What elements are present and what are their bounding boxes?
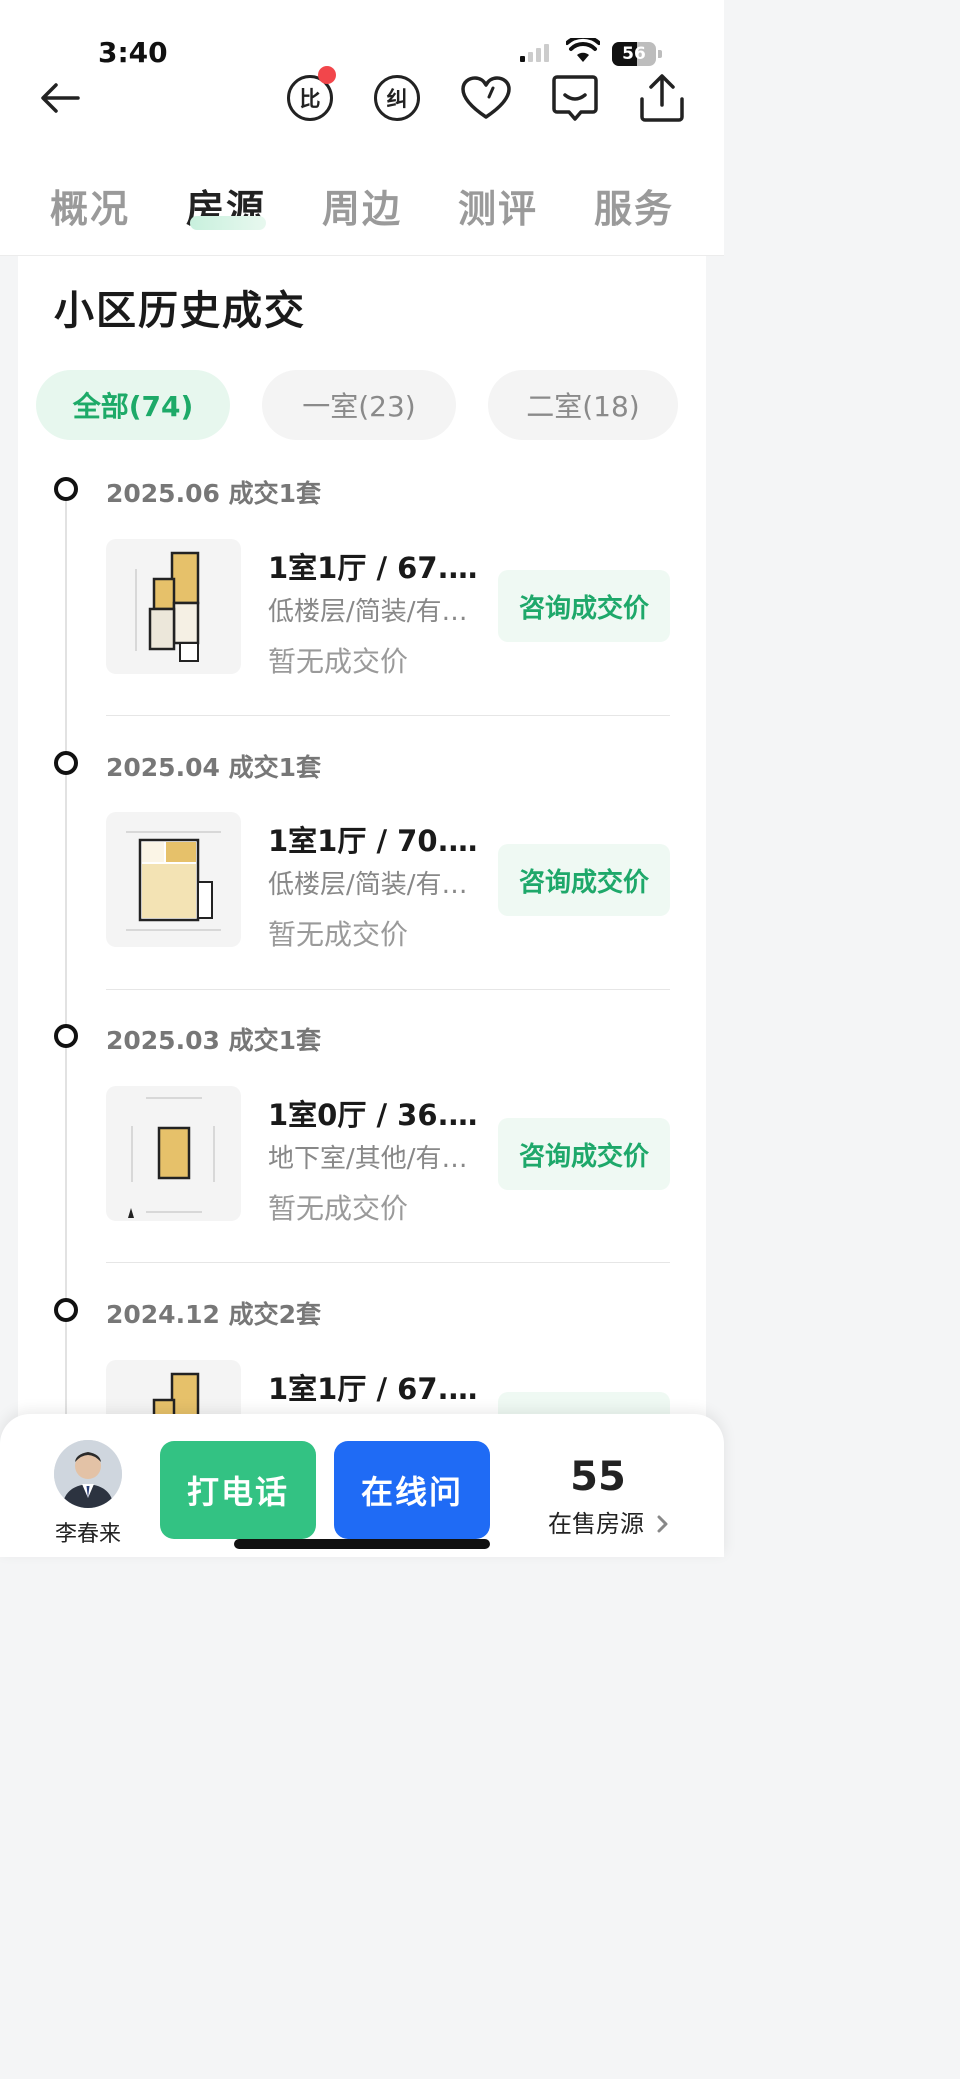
tab-service[interactable]: 服务 (594, 178, 674, 233)
agent-avatar[interactable] (54, 1440, 122, 1508)
divider (106, 715, 670, 716)
section-tabs: 概况 房源 周边 测评 服务 (0, 142, 724, 256)
status-time: 3:40 (98, 36, 168, 69)
correct-icon: 纠 (374, 75, 420, 121)
call-button[interactable]: 打电话 (160, 1441, 316, 1539)
record-period: 2025.04 成交1套 (106, 753, 321, 782)
record-tags: 低楼层/简装/有… (268, 870, 468, 900)
top-nav: 比 纠 (0, 70, 724, 142)
record-price: 暂无成交价 (268, 645, 409, 678)
floorplan-thumbnail[interactable] (106, 812, 241, 947)
share-button[interactable] (632, 70, 692, 126)
favorite-button[interactable] (456, 70, 516, 126)
floorplan-thumbnail[interactable] (106, 1086, 241, 1221)
chevron-right-icon (657, 1515, 668, 1533)
agent-name: 李春来 (54, 1522, 121, 1547)
record-price: 暂无成交价 (268, 918, 409, 951)
consult-price-button[interactable]: 咨询成交价 (498, 570, 670, 642)
record-period: 2024.12 成交2套 (106, 1300, 321, 1329)
record-tags: 地下室/其他/有… (268, 1144, 468, 1174)
timeline-dot (54, 751, 78, 775)
message-button[interactable] (545, 70, 605, 126)
consult-price-button[interactable]: 咨询成交价 (498, 1118, 670, 1190)
heart-icon (461, 76, 511, 119)
status-bar: 3:40 56 (0, 0, 724, 70)
filter-two-room[interactable]: 二室(18) (488, 370, 678, 440)
timeline-dot (54, 1298, 78, 1322)
tab-overview[interactable]: 概况 (50, 178, 130, 233)
timeline-dot (54, 1024, 78, 1048)
signal-icon (520, 44, 549, 62)
timeline-dot (54, 477, 78, 501)
home-indicator (234, 1539, 490, 1549)
consult-price-button[interactable]: 咨询成交价 (498, 844, 670, 916)
back-arrow-icon (41, 83, 80, 113)
tab-review[interactable]: 测评 (458, 178, 538, 233)
back-button[interactable] (30, 70, 90, 126)
listings-link[interactable]: 在售房源 (548, 1504, 670, 1539)
record-layout-area: 1室1厅 / 67.… (268, 551, 478, 585)
wifi-icon (566, 38, 600, 62)
record-period: 2025.06 成交1套 (106, 479, 321, 508)
listings-count[interactable]: 55 (560, 1454, 636, 1500)
listings-label: 在售房源 (548, 1510, 644, 1538)
record-price: 暂无成交价 (268, 1192, 409, 1225)
divider (106, 1262, 670, 1263)
notification-dot (318, 66, 336, 84)
divider (106, 989, 670, 990)
message-icon (552, 75, 598, 121)
record-layout-area: 1室0厅 / 36.… (268, 1098, 478, 1132)
floorplan-thumbnail[interactable] (106, 539, 241, 674)
section-title: 小区历史成交 (54, 288, 306, 334)
record-layout-area: 1室1厅 / 70.… (268, 824, 478, 858)
tab-surroundings[interactable]: 周边 (322, 178, 402, 233)
filter-all[interactable]: 全部(74) (36, 370, 230, 440)
online-chat-button[interactable]: 在线问 (334, 1441, 490, 1539)
record-layout-area: 1室1厅 / 67.… (268, 1372, 478, 1406)
filter-one-room[interactable]: 一室(23) (262, 370, 456, 440)
correct-button[interactable]: 纠 (367, 70, 427, 126)
share-icon (640, 74, 684, 122)
tab-active-indicator (190, 216, 266, 230)
record-period: 2025.03 成交1套 (106, 1026, 321, 1055)
battery-icon: 56 (612, 42, 662, 66)
record-tags: 低楼层/简装/有… (268, 597, 468, 627)
